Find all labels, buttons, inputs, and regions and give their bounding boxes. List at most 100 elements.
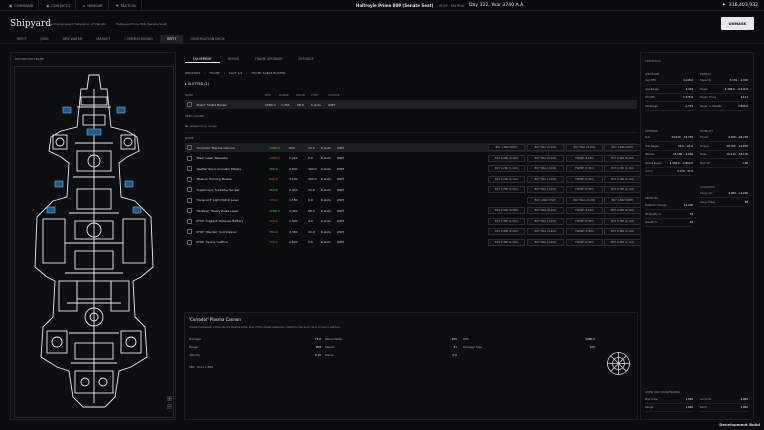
nav-contacts[interactable]: ◉ CONTACTS — [41, 0, 77, 11]
stat-sensors: Stealth % 20 — [645, 221, 693, 227]
stat-defense: Hull 23,979 · -32,370 — [645, 136, 693, 142]
buy-option-button[interactable]: FRAME (3,300) — [566, 165, 603, 172]
buy-option-button[interactable]: BUY 2,980 (8,100) — [488, 207, 525, 214]
buy-option-button[interactable]: FRAME (3,300) — [566, 228, 603, 235]
buy-option-button[interactable]: BUY 2,280 (1,110) — [488, 175, 525, 183]
stat-energy: Regen 1,390.0 · -3,212.0 — [700, 88, 748, 94]
buy-option-button[interactable]: FRAME (8,100) — [566, 154, 603, 162]
weapon-name: UFOP 'Warden' Coil Cannon — [196, 229, 238, 234]
breadcrumb-item[interactable]: FRONT — [209, 71, 219, 75]
weapon-row[interactable]: 'Supernova' Sunfelter Rocket 360.0 2,070 25… — [185, 185, 641, 194]
buy-option-button[interactable]: BUY 2,280 (1,110) — [488, 186, 525, 193]
buy-option-button[interactable]: BUY 1,890 (UNIT) — [527, 196, 564, 204]
buy-option-button[interactable]: BUY WILL (8,100) — [527, 207, 564, 214]
weapon-source: UNIT — [337, 208, 345, 213]
weapon-row[interactable]: 'Corrodor' Plasma Cannon 1980.0 832 33.0 6 s… — [185, 143, 641, 152]
tab-refit[interactable]: REFIT — [10, 35, 34, 43]
slotted-title[interactable]: ▸ SLOTTED (1) — [185, 82, 209, 86]
buy-option-button[interactable]: BUY 6,990 (8,100) — [604, 154, 641, 162]
weapon-range: 1,160 — [289, 198, 298, 202]
weapon-icon — [187, 197, 192, 203]
buy-option-button[interactable]: BUY 1,890 (UNIT) — [488, 144, 525, 151]
buy-option-button[interactable]: BUY WILL (4,200) — [527, 238, 564, 246]
subtab-frame-upgrade[interactable]: FRAME UPGRADE — [247, 55, 290, 63]
buy-option-button[interactable]: BUY 2,480 (1,110) — [488, 238, 525, 246]
buy-option-button[interactable]: BUY 2,980 (8,100) — [604, 207, 641, 214]
weapon-row[interactable]: 'Maw' Laser Repeater 1300.0 1,222 0.0 6 slot… — [185, 154, 641, 163]
buy-option-button[interactable]: BUY 2,280 (1,110) — [604, 186, 641, 193]
breadcrumb-item[interactable]: SLOT 1/2 — [229, 71, 242, 75]
weapon-drain: 400.0 — [308, 166, 317, 171]
weapon-row[interactable]: UFOP 'Warden' Coil Cannon 780.0 2,380 40.0 6… — [185, 227, 641, 236]
ship-panel: DESTROYER FRAME + − — [10, 52, 176, 420]
game-date: Day 322, Year 3740 A.A. — [469, 3, 525, 8]
stat-energy: Regen in Shields 3,800.0 — [700, 105, 748, 111]
buy-option-button[interactable]: BUY 2,280 (1,110) — [604, 165, 641, 172]
buy-option-button[interactable]: BUY WILL (8,100) — [527, 154, 564, 162]
buy-option-button[interactable]: BUY 1,890 (UNIT) — [604, 144, 641, 151]
shield-buster-icon — [187, 102, 192, 107]
nav-command[interactable]: ▣ COMMAND — [4, 0, 40, 11]
weapon-row[interactable]: 'Jewfile' Sonic Acoustic Missile 580.0 2,0… — [185, 164, 641, 173]
buy-option-button[interactable]: BUY WILL (4,200) — [527, 175, 564, 183]
buy-option-button[interactable]: BUY WILL (4,200) — [527, 217, 564, 225]
buy-option-button[interactable]: FRAME (3,300) — [566, 238, 603, 246]
buy-option-button[interactable]: FRAME (3,300) — [566, 217, 603, 225]
buy-option-button[interactable]: BUY 2,480 (1,110) — [604, 238, 641, 246]
weapon-source: UNIT — [337, 229, 345, 234]
weapon-drain: 88.0 — [308, 208, 315, 213]
divider — [185, 132, 637, 133]
buy-option-button[interactable]: BUY WILL (8,100) — [566, 196, 603, 204]
weapon-icon — [187, 155, 192, 161]
tab-market[interactable]: MARKET — [89, 35, 117, 43]
zoom-out-button[interactable]: − — [167, 404, 172, 409]
buy-option-button[interactable]: BUY 2,480 (1,110) — [488, 217, 525, 225]
stat-weapons: DR DPS -1,275.0 — [645, 96, 693, 102]
breadcrumb-item[interactable]: WEAPONS — [185, 71, 200, 75]
tab-commissioning[interactable]: COMMISSIONING — [117, 35, 160, 43]
weapon-row[interactable]: UFOP 'Sentry' Lattice 250.0 1,620 2.0 6 slot… — [185, 238, 641, 247]
subtab-reforge[interactable]: REFORGE — [290, 55, 321, 63]
tab-dry-water[interactable]: DRY WATER — [56, 35, 90, 43]
buy-option-button[interactable]: BUY 1,890 (UNIT) — [604, 196, 641, 204]
tab-jobs[interactable]: JOBS — [34, 35, 56, 43]
buy-option-button[interactable]: BUY WILL (8,100) — [566, 144, 603, 151]
buy-option-button[interactable]: BUY WILL (4,200) — [527, 228, 564, 235]
buy-option-button[interactable]: BUY WILL (4,200) — [527, 186, 564, 193]
weapon-type: 6 slots — [321, 187, 331, 192]
buy-option-button[interactable]: FRAME (3,300) — [566, 175, 603, 183]
buy-option-button[interactable]: BUY 2,280 (1,110) — [604, 175, 641, 183]
nav-faction[interactable]: ⚑ FACTION — [111, 0, 142, 11]
buy-option-button[interactable]: FRAME (8,100) — [566, 207, 603, 214]
ship-schematic-icon — [34, 74, 154, 408]
buy-option-button[interactable]: FRAME (3,300) — [566, 186, 603, 193]
ship-frame-label: DESTROYER FRAME — [15, 57, 45, 61]
weapon-name: 'Supernova' Sunfelter Rocket — [196, 187, 240, 192]
nav-hangar[interactable]: ⌂ HANGAR — [78, 0, 109, 11]
credits-display: ✦ 316,403,932 — [721, 3, 758, 8]
buy-option-button[interactable]: BUY 2,480 (1,110) — [604, 217, 641, 225]
buy-option-button[interactable]: BUY 2,480 (1,110) — [604, 228, 641, 235]
weapon-row[interactable]: 'Baskus' Homing Missile 640.0 3,100 400.0 6 … — [185, 175, 641, 184]
buy-option-button[interactable]: BUY 6,990 (8,100) — [488, 154, 525, 162]
subtab-repair[interactable]: REPAIR — [220, 55, 247, 63]
zoom-in-button[interactable]: + — [167, 396, 172, 401]
tab-observation-deck[interactable]: OBSERVATION DECK — [183, 35, 231, 43]
detail-description: A balanced weapon that shoots plasma bol… — [189, 326, 341, 329]
slotted-row[interactable]: 'Prism' Shield Buster 1980.0 1,356 98.0 … — [185, 100, 637, 109]
weapon-type: 6 slots — [321, 198, 331, 202]
stat-mobility: Mass 16,310 · -35,100 — [700, 153, 748, 159]
buy-option-button[interactable]: BUY 2,480 (1,110) — [488, 228, 525, 235]
weapon-row[interactable]: 'Sentinel' Heavy Pulse Laser 3200.0 3,420 8… — [185, 206, 641, 215]
weapon-row[interactable]: UFOP 'Vigilant' Defense Battery 100.0 1,50… — [185, 217, 641, 226]
weapon-row[interactable]: 'Vanguard' Light Patrol Laser 130.0 1,160 0… — [185, 196, 641, 205]
weapon-type: 6 slots — [321, 156, 331, 160]
detail-stat: Damage 73.0 — [189, 337, 321, 341]
tab-refit-active[interactable]: REFIT — [159, 35, 184, 43]
ship-blueprint[interactable] — [14, 66, 174, 418]
unmask-button[interactable]: UNMASK — [721, 17, 754, 30]
subtab-equipment[interactable]: EQUIPMENT — [185, 55, 220, 63]
buy-option-button[interactable]: BUY WILL (8,100) — [527, 144, 564, 151]
buy-option-button[interactable]: BUY 2,280 (1,110) — [488, 165, 525, 172]
buy-option-button[interactable]: BUY WILL (4,200) — [527, 165, 564, 172]
